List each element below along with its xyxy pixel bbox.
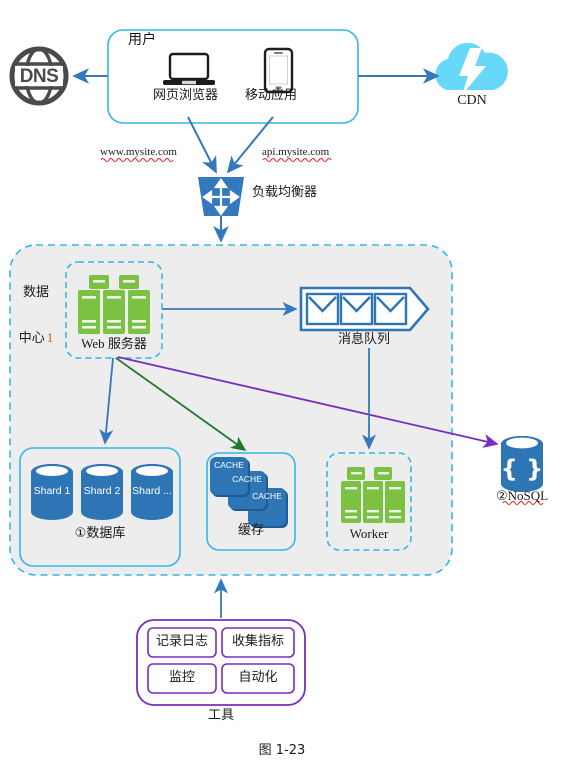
tools-item-label: 收集指标: [231, 634, 284, 649]
users-group-title: 用户: [128, 32, 156, 48]
url-label-www: www.mysite.com: [100, 146, 177, 158]
shard-label: Shard ...: [132, 485, 172, 497]
laptop-icon: [163, 52, 215, 85]
tools-box: [136, 619, 306, 706]
mobile-app-label: 移动应用: [245, 88, 298, 103]
cache-tile-label: CACHE: [232, 474, 262, 484]
architecture-diagram: { } DNS 用户 网页浏览器 移动应用 CDN www.mysite.com…: [0, 0, 564, 769]
dns-label: DNS: [19, 66, 59, 87]
edge-browser-to-lb: [187, 116, 217, 174]
nosql-label: ②NoSQL: [495, 488, 549, 503]
shard-label: Shard 2: [83, 485, 121, 497]
smartphone-icon: [263, 47, 294, 94]
figure-caption: 图 1-23: [258, 743, 306, 758]
load-balancer-label: 负载均衡器: [252, 185, 318, 200]
web-browser-label: 网页浏览器: [153, 88, 219, 103]
shard-label: Shard 1: [33, 485, 71, 497]
message-queue-label: 消息队列: [337, 332, 390, 347]
cdn-label: CDN: [457, 93, 487, 108]
datacenter-label-line1: 数据: [22, 284, 49, 300]
tools-item-label: 监控: [168, 670, 195, 685]
diagram-canvas: { }: [9, 29, 544, 706]
edge-mobileapp-to-lb: [226, 116, 274, 174]
tools-item-label: 自动化: [238, 670, 278, 685]
queue-envelopes-icon: [299, 286, 430, 332]
worker-label: Worker: [349, 526, 389, 541]
url-label-api: api.mysite.com: [262, 146, 330, 158]
cache-label: 缓存: [237, 523, 264, 538]
nosql-cylinder-icon: { }: [501, 436, 544, 492]
svg-text:{ }: { }: [501, 455, 544, 483]
datacenter-label: 数据 中心 1: [8, 256, 64, 377]
web-server-label: Web 服务器: [81, 336, 147, 351]
datacenter-label-number: 1: [46, 329, 54, 345]
tools-item-label: 记录日志: [155, 634, 208, 649]
cache-tile-label: CACHE: [214, 460, 244, 470]
cache-tile-label: CACHE: [252, 491, 282, 501]
cloud-lightning-icon: [435, 42, 508, 95]
datacenter-label-line2: 中心: [18, 330, 45, 346]
database-label: ①数据库: [74, 526, 126, 541]
load-balancer-icon: [198, 177, 244, 216]
tools-label: 工具: [207, 708, 234, 723]
